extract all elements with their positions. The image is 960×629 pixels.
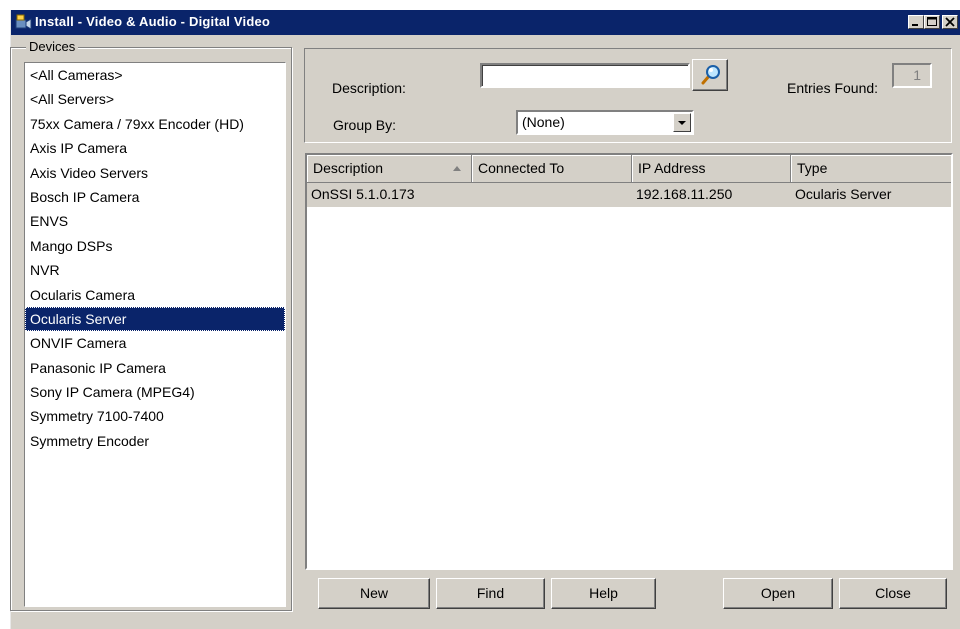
- list-item[interactable]: Axis Video Servers: [25, 161, 285, 185]
- column-header-connected-to[interactable]: Connected To: [472, 155, 632, 183]
- table-row[interactable]: OnSSI 5.1.0.173 192.168.11.250 Ocularis …: [307, 183, 951, 207]
- column-header-description[interactable]: Description: [307, 155, 472, 183]
- open-button[interactable]: Open: [723, 578, 833, 609]
- cell-ip-address: 192.168.11.250: [636, 186, 733, 202]
- list-item[interactable]: <All Cameras>: [25, 63, 285, 87]
- help-button[interactable]: Help: [551, 578, 656, 609]
- new-button[interactable]: New: [318, 578, 430, 609]
- entries-found-label: Entries Found:: [787, 80, 879, 96]
- search-icon: [701, 65, 720, 85]
- list-item[interactable]: ONVIF Camera: [25, 331, 285, 355]
- minimize-button[interactable]: [908, 15, 924, 29]
- list-item[interactable]: Bosch IP Camera: [25, 185, 285, 209]
- group-by-select[interactable]: (None): [516, 110, 694, 135]
- group-by-label: Group By:: [333, 117, 397, 133]
- cell-type: Ocularis Server: [795, 186, 892, 202]
- list-item[interactable]: Symmetry 7100-7400: [25, 404, 285, 428]
- group-by-value: (None): [522, 114, 565, 130]
- grid-header: Description Connected To IP Address Type: [307, 155, 951, 183]
- title-bar[interactable]: Install - Video & Audio - Digital Video: [11, 10, 960, 35]
- sort-ascending-icon: [453, 166, 461, 171]
- list-item[interactable]: ENVS: [25, 209, 285, 233]
- list-item[interactable]: Axis IP Camera: [25, 136, 285, 160]
- column-header-ip-address[interactable]: IP Address: [632, 155, 791, 183]
- column-header-type[interactable]: Type: [791, 155, 951, 183]
- description-input[interactable]: [480, 63, 690, 88]
- list-item[interactable]: NVR: [25, 258, 285, 282]
- list-item[interactable]: Mango DSPs: [25, 234, 285, 258]
- list-item[interactable]: Panasonic IP Camera: [25, 356, 285, 380]
- entries-found-value: 1: [892, 63, 932, 88]
- devices-list[interactable]: <All Cameras> <All Servers> 75xx Camera / …: [24, 62, 286, 607]
- devices-label: Devices: [26, 39, 79, 54]
- window-title: Install - Video & Audio - Digital Video: [35, 14, 271, 29]
- cell-connected-to: [472, 183, 476, 207]
- results-grid[interactable]: Description Connected To IP Address Type…: [305, 153, 953, 570]
- list-item[interactable]: Ocularis Server: [25, 306, 285, 332]
- list-item[interactable]: 75xx Camera / 79xx Encoder (HD): [25, 112, 285, 136]
- list-item[interactable]: Symmetry Encoder: [25, 429, 285, 453]
- search-button[interactable]: [692, 59, 728, 91]
- find-button[interactable]: Find: [436, 578, 545, 609]
- maximize-button[interactable]: [924, 15, 940, 29]
- chevron-down-icon[interactable]: [673, 113, 691, 132]
- cell-description: OnSSI 5.1.0.173: [311, 186, 415, 202]
- close-button[interactable]: Close: [839, 578, 947, 609]
- close-window-button[interactable]: [942, 15, 958, 29]
- list-item[interactable]: <All Servers>: [25, 87, 285, 111]
- list-item[interactable]: Sony IP Camera (MPEG4): [25, 380, 285, 404]
- description-label: Description:: [332, 80, 406, 96]
- app-icon: [15, 14, 32, 31]
- list-item[interactable]: Ocularis Camera: [25, 283, 285, 307]
